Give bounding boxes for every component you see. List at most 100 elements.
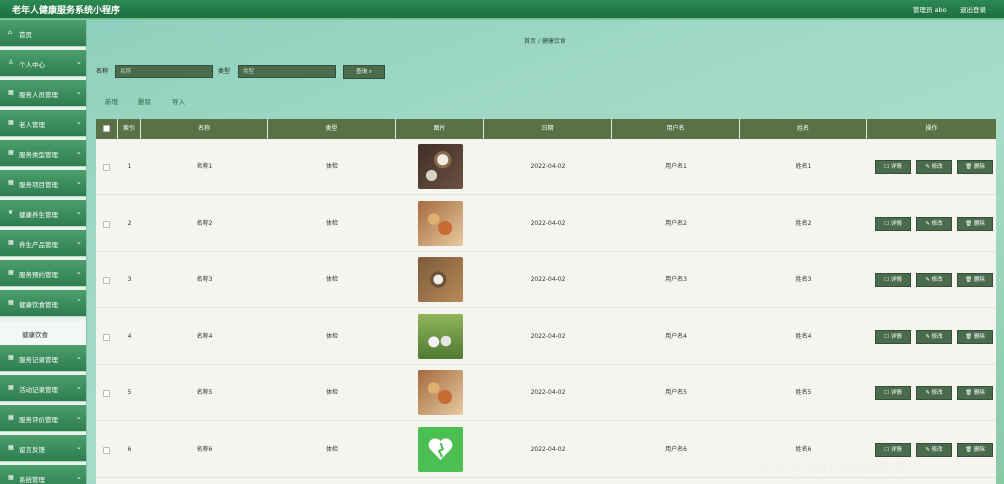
sidebar-item-profile[interactable]: ♙ 个人中心 ⌄ bbox=[0, 50, 86, 77]
table-row: 3 名称3 体检 2022-04-02 用户名3 姓名3 ☐ 详情 ✎ 修改 🗑 删除 bbox=[96, 252, 996, 308]
sidebar-item-staff[interactable]: ▦ 服务人员管理 ⌄ bbox=[0, 80, 86, 107]
sidebar-item-label: 服务类型管理 bbox=[19, 151, 58, 159]
delete-button[interactable]: 🗑 删除 bbox=[957, 442, 993, 457]
sidebar-item-label: 服务预约管理 bbox=[19, 271, 58, 279]
delete-button[interactable]: 🗑 删除 bbox=[957, 273, 993, 287]
detail-button[interactable]: ☐ 详情 bbox=[875, 329, 911, 344]
sidebar-item-activity[interactable]: ▦ 活动记录管理 ⌄ bbox=[0, 375, 86, 402]
row-image bbox=[418, 257, 463, 302]
row-checkbox[interactable] bbox=[103, 277, 110, 284]
detail-button[interactable]: ☐ 详情 bbox=[875, 386, 911, 400]
sidebar-item-system[interactable]: ▦ 系统管理 ⌄ bbox=[0, 465, 86, 484]
type-search-input[interactable]: 类型 bbox=[238, 65, 336, 78]
row-name: 名称4 bbox=[196, 332, 213, 340]
sidebar-item-home[interactable]: ⌂ 首页 bbox=[0, 20, 86, 47]
detail-button[interactable]: ☐ 详情 bbox=[875, 273, 911, 287]
row-realname: 姓名5 bbox=[795, 389, 812, 396]
sidebar-item-service-record[interactable]: ▦ 服务记录管理 ⌄ bbox=[0, 345, 86, 372]
detail-button[interactable]: ☐ 详情 bbox=[875, 216, 911, 231]
grid-icon: ▦ bbox=[8, 179, 14, 186]
chevron-down-icon: ⌄ bbox=[76, 413, 82, 421]
detail-button[interactable]: ☐ 详情 bbox=[875, 442, 911, 457]
row-image bbox=[418, 144, 463, 189]
edit-button[interactable]: ✎ 修改 bbox=[916, 442, 952, 457]
sidebar-item-service-project[interactable]: ▦ 服务项目管理 ⌄ bbox=[0, 170, 86, 197]
edit-button[interactable]: ✎ 修改 bbox=[916, 386, 952, 400]
row-type: 体检 bbox=[325, 276, 338, 283]
row-checkbox[interactable] bbox=[103, 446, 110, 454]
row-name: 名称3 bbox=[196, 276, 213, 283]
row-username: 用户名6 bbox=[665, 445, 687, 453]
select-all-cell bbox=[96, 119, 118, 139]
row-index: 1 bbox=[127, 163, 132, 170]
header-date: 日期 bbox=[484, 119, 612, 139]
sidebar-item-feedback[interactable]: ▦ 留言反馈 ⌄ bbox=[0, 435, 86, 462]
row-image bbox=[418, 370, 463, 415]
row-realname: 姓名2 bbox=[795, 219, 812, 227]
row-name: 名称5 bbox=[196, 389, 213, 396]
edit-button[interactable]: ✎ 修改 bbox=[916, 273, 952, 287]
row-name: 名称2 bbox=[196, 219, 213, 227]
row-realname: 姓名3 bbox=[795, 276, 812, 283]
header-type: 类型 bbox=[268, 119, 396, 139]
sidebar-item-booking[interactable]: ▦ 服务预约管理 ⌄ bbox=[0, 260, 86, 287]
grid-icon: ▦ bbox=[8, 354, 14, 361]
sidebar-item-service-type[interactable]: ▦ 服务类型管理 ⌄ bbox=[0, 140, 86, 167]
header-realname: 姓名 bbox=[740, 119, 867, 139]
sidebar-item-label: 健康养生管理 bbox=[19, 211, 58, 219]
edit-button[interactable]: ✎ 修改 bbox=[916, 216, 952, 231]
logout-link[interactable]: 退出登录 bbox=[960, 4, 986, 14]
grid-icon: ▦ bbox=[8, 119, 14, 126]
detail-button[interactable]: ☐ 详情 bbox=[875, 160, 911, 174]
select-all-checkbox[interactable] bbox=[103, 125, 110, 132]
import-button[interactable]: 导入 bbox=[172, 96, 185, 106]
sidebar-item-products[interactable]: ▦ 养生产品管理 ⌄ bbox=[0, 230, 86, 257]
chevron-up-icon: ⌃ bbox=[76, 298, 82, 306]
chevron-down-icon: ⌄ bbox=[76, 443, 82, 451]
row-checkbox[interactable] bbox=[103, 390, 110, 397]
sidebar-subitem-label: 健康饮食 bbox=[22, 331, 48, 339]
row-checkbox[interactable] bbox=[103, 164, 110, 171]
delete-button[interactable]: 🗑 删除 bbox=[957, 386, 993, 400]
row-type: 体检 bbox=[325, 163, 338, 170]
sidebar-subitem-diet[interactable]: 健康饮食 bbox=[0, 321, 86, 345]
sidebar-item-elderly[interactable]: ▦ 老人管理 ⌄ bbox=[0, 110, 86, 137]
sidebar-item-diet[interactable]: ▦ 健康饮食管理 ⌃ bbox=[0, 290, 86, 317]
edit-button[interactable]: ✎ 修改 bbox=[916, 329, 952, 344]
top-bar: 老年人健康服务系统小程序 管理员 abo 退出登录 bbox=[0, 0, 1004, 19]
chevron-down-icon: ⌄ bbox=[76, 353, 82, 361]
table-row: 1 名称1 体检 2022-04-02 用户名1 姓名1 ☐ 详情 ✎ 修改 🗑 删除 bbox=[96, 139, 996, 195]
batch-delete-button[interactable]: 删除 bbox=[138, 96, 151, 106]
edit-button[interactable]: ✎ 修改 bbox=[916, 160, 952, 174]
home-icon: ⌂ bbox=[8, 29, 12, 36]
row-date: 2022-04-02 bbox=[530, 445, 566, 453]
delete-button[interactable]: 🗑 删除 bbox=[957, 216, 993, 231]
query-button[interactable]: 查询 ⌕ bbox=[343, 65, 385, 79]
row-image bbox=[418, 426, 463, 472]
row-date: 2022-04-02 bbox=[530, 389, 566, 396]
leaf-icon: ❦ bbox=[8, 209, 14, 216]
grid-icon: ▦ bbox=[8, 269, 14, 276]
grid-icon: ▦ bbox=[8, 474, 14, 481]
chevron-down-icon: ⌄ bbox=[76, 118, 82, 126]
row-checkbox[interactable] bbox=[103, 220, 110, 228]
user-icon: ♙ bbox=[8, 59, 14, 66]
sidebar-item-label: 服务记录管理 bbox=[19, 356, 58, 364]
add-button[interactable]: 新增 bbox=[105, 96, 118, 106]
sidebar-item-wellness[interactable]: ❦ 健康养生管理 ⌄ bbox=[0, 200, 86, 227]
row-index: 4 bbox=[127, 332, 132, 340]
row-type: 体检 bbox=[325, 389, 338, 396]
type-filter-label: 类型 bbox=[218, 68, 231, 75]
delete-button[interactable]: 🗑 删除 bbox=[957, 329, 993, 344]
grid-icon: ▦ bbox=[8, 89, 14, 96]
header-name: 名称 bbox=[141, 119, 268, 139]
sidebar-item-review[interactable]: ▦ 服务评价管理 ⌄ bbox=[0, 405, 86, 432]
delete-button[interactable]: 🗑 删除 bbox=[957, 160, 993, 174]
grid-icon: ▦ bbox=[8, 384, 14, 391]
row-username: 用户名3 bbox=[665, 276, 687, 283]
name-search-input[interactable]: 名称 bbox=[115, 65, 213, 78]
row-checkbox[interactable] bbox=[103, 333, 110, 341]
grid-icon: ▦ bbox=[8, 444, 14, 451]
row-realname: 姓名1 bbox=[795, 163, 812, 170]
row-date: 2022-04-02 bbox=[530, 276, 566, 283]
